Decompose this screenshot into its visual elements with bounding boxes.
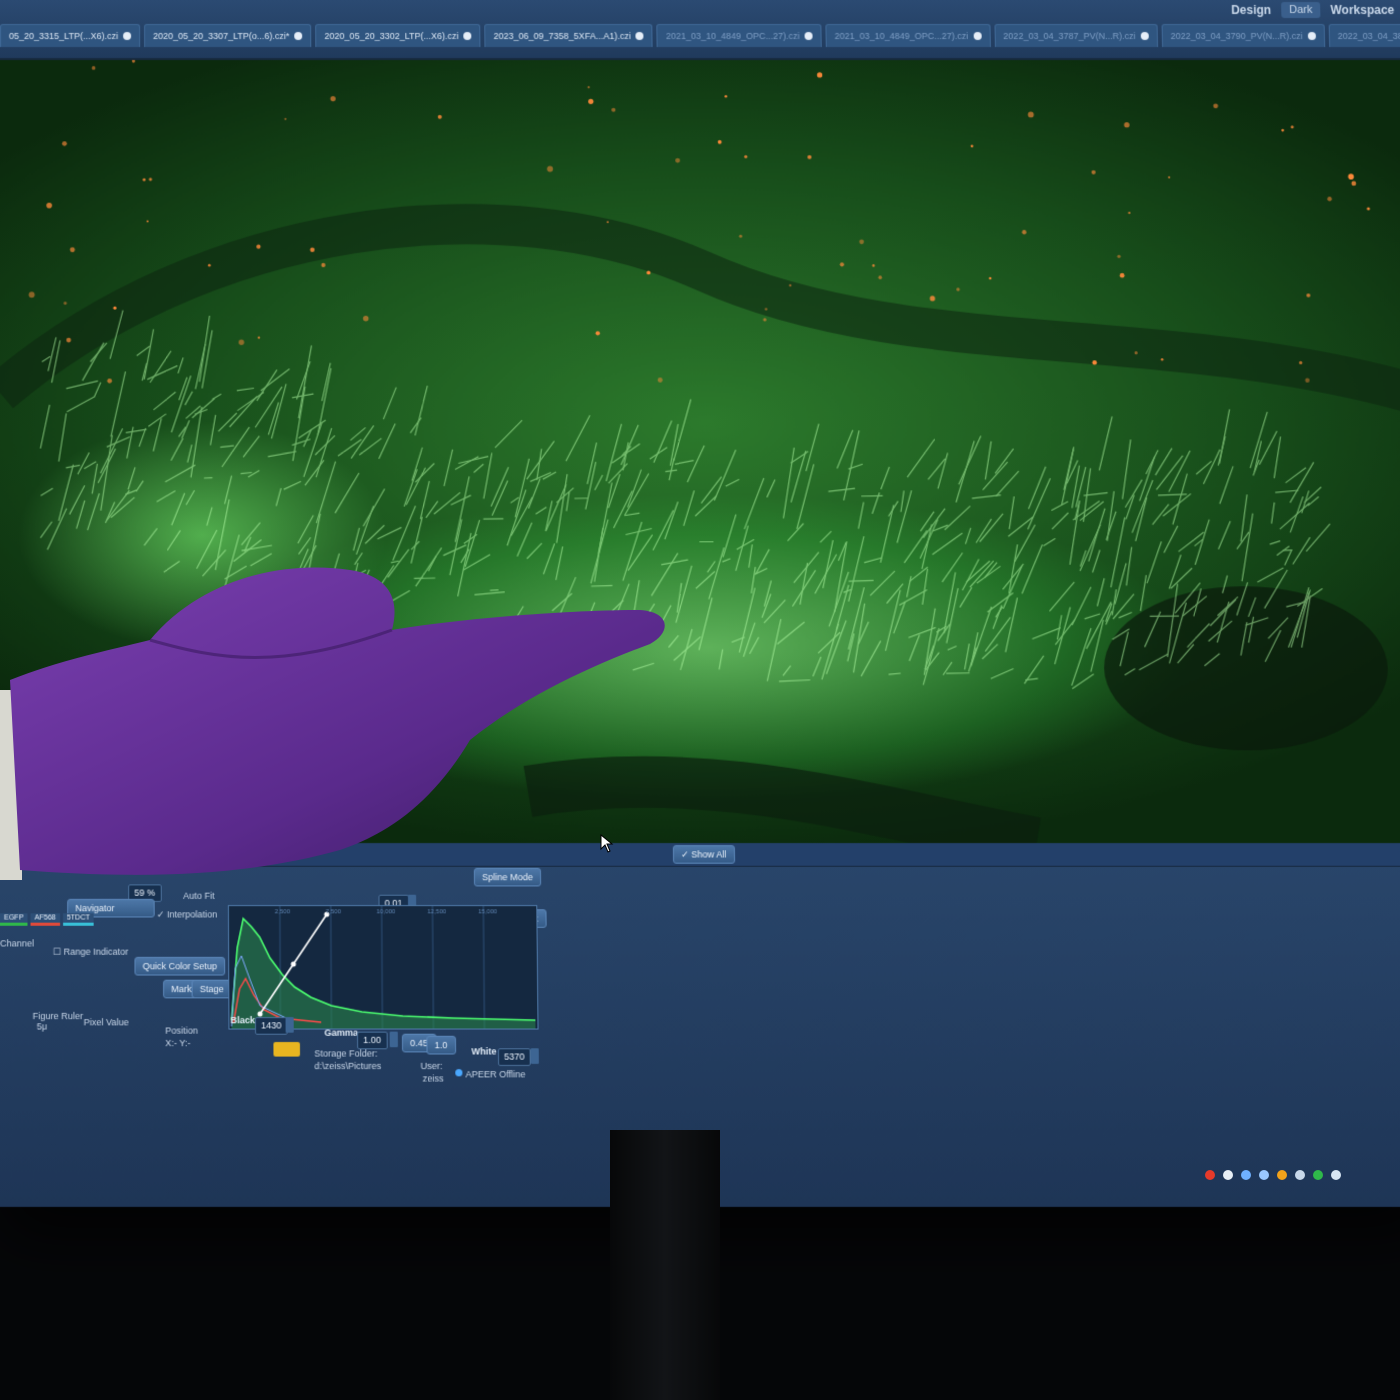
- black-spinner[interactable]: [285, 1017, 294, 1033]
- tray-white-icon[interactable]: [1223, 1170, 1233, 1180]
- close-icon[interactable]: [973, 32, 982, 41]
- histogram-tick: 7,500: [325, 909, 341, 916]
- interpolation-label: Interpolation: [166, 909, 218, 920]
- tab-label: 2022_03_04_3787_PV(N...R).czi: [1003, 30, 1136, 42]
- user-label: User:: [420, 1060, 443, 1072]
- histogram-tick: 2,500: [274, 909, 291, 916]
- tab-document[interactable]: 05_20_3315_LTP(...X6).czi: [0, 23, 141, 48]
- figure-ruler-label: Figure Ruler: [32, 1010, 84, 1022]
- white-spinner[interactable]: [530, 1048, 539, 1064]
- position-label: Position: [165, 1025, 198, 1036]
- quick-color-setup-button[interactable]: Quick Color Setup: [134, 956, 226, 976]
- tab-label: 2023_06_09_7358_5XFA...A1).czi: [493, 30, 631, 42]
- tray-monitor-icon[interactable]: [1331, 1170, 1341, 1180]
- figure-ruler-value: 5μ: [36, 1021, 48, 1032]
- apeer-status-icon: [455, 1069, 463, 1077]
- tab-label: 2021_03_10_4849_OPC...27).czi: [665, 30, 800, 42]
- close-icon[interactable]: [804, 32, 813, 41]
- histogram-tick: 12,500: [427, 909, 447, 916]
- tray-cloud-icon[interactable]: [1295, 1170, 1305, 1180]
- document-tab-bar: Design Dark Workspace 05_20_3315_LTP(...…: [0, 0, 1400, 61]
- close-icon[interactable]: [1307, 32, 1316, 41]
- user-value: zeiss: [422, 1073, 444, 1084]
- white-value-field[interactable]: 5370: [497, 1048, 531, 1066]
- apeer-status-text: APEER Offline: [465, 1069, 526, 1080]
- close-icon[interactable]: [122, 32, 132, 41]
- range-indicator-checkbox[interactable]: ☐ Range Indicator: [53, 947, 129, 958]
- design-label: Design: [1231, 2, 1272, 17]
- channel-chip[interactable]: AF568: [30, 913, 60, 926]
- gamma-preset-10-button[interactable]: 1.0: [426, 1035, 456, 1055]
- tab-document[interactable]: 2021_03_10_4849_OPC...27).czi: [825, 23, 991, 48]
- histogram-plot: [229, 906, 538, 1028]
- channel-chip[interactable]: EGFP: [0, 913, 28, 926]
- histogram-tick: 10,000: [376, 909, 396, 916]
- tab-label: 2020_05_20_3302_LTP(...X6).czi: [324, 30, 459, 42]
- histogram-tick: 15,000: [478, 909, 498, 916]
- close-icon[interactable]: [294, 32, 303, 41]
- gamma-value-field[interactable]: 1.00: [357, 1031, 388, 1050]
- tab-label: 05_20_3315_LTP(...X6).czi: [9, 30, 119, 42]
- gamma-label: Gamma: [324, 1027, 359, 1038]
- histogram[interactable]: 2,500 7,500 10,000 12,500 15,000: [228, 905, 539, 1029]
- tab-document[interactable]: 2021_03_10_4849_OPC...27).czi: [656, 23, 822, 48]
- tab-label: 2020_05_20_3307_LTP(o...6).czi*: [152, 30, 290, 42]
- header-right-controls: Design Dark Workspace: [1231, 1, 1395, 18]
- monitor-stand: [610, 1130, 720, 1400]
- position-readout: X:- Y:-: [165, 1037, 191, 1049]
- tray-network-icon[interactable]: [1259, 1170, 1269, 1180]
- pixel-value-label: Pixel Value: [83, 1017, 129, 1028]
- close-icon[interactable]: [463, 32, 472, 41]
- black-label: Black: [230, 1014, 256, 1026]
- tab-document[interactable]: 2023_06_09_7358_5XFA...A1).czi: [484, 23, 653, 48]
- black-value-field[interactable]: 1430: [254, 1017, 288, 1035]
- storage-folder-value[interactable]: d:\zeiss\Pictures: [314, 1061, 381, 1071]
- tray-green-icon[interactable]: [1313, 1170, 1323, 1180]
- stage-button[interactable]: Stage: [191, 979, 232, 999]
- tab-document[interactable]: 2022_03_04_3787_PV(N...R).czi: [994, 23, 1158, 48]
- gamma-spinner[interactable]: [389, 1031, 398, 1048]
- interpolation-checkbox[interactable]: ✓ Interpolation: [157, 909, 218, 920]
- workspace-label[interactable]: Workspace: [1330, 3, 1394, 17]
- gloved-hand-pointing: [0, 567, 665, 880]
- channel-label: Channel: [0, 938, 35, 949]
- channel-chip-list: EGFP AF568 5TDCT: [0, 913, 94, 926]
- tab-list: 05_20_3315_LTP(...X6).czi 2020_05_20_3307…: [0, 23, 1400, 48]
- tab-document[interactable]: 2020_05_20_3302_LTP(...X6).czi: [315, 23, 481, 48]
- close-icon[interactable]: [635, 32, 644, 41]
- storage-folder-label: Storage Folder:: [314, 1048, 378, 1059]
- tab-label: 2022_03_04_3790_PV(N...R).czi: [1170, 30, 1303, 42]
- close-icon[interactable]: [1140, 32, 1149, 41]
- tab-label: 2021_03_10_4849_OPC...27).czi: [834, 30, 969, 42]
- status-indicator-icon: [273, 1042, 301, 1057]
- tab-document[interactable]: 2022_03_04_3801_TH(T...M).czi: [1328, 23, 1400, 48]
- tray-blue-icon[interactable]: [1241, 1170, 1251, 1180]
- system-tray: [1205, 1170, 1341, 1180]
- white-label: White: [471, 1046, 497, 1057]
- range-indicator-label: Range Indicator: [63, 946, 129, 957]
- tray-orange-icon[interactable]: [1277, 1170, 1287, 1180]
- tab-document[interactable]: 2022_03_04_3790_PV(N...R).czi: [1161, 23, 1326, 48]
- tab-document[interactable]: 2020_05_20_3307_LTP(o...6).czi*: [143, 23, 312, 48]
- channel-chip[interactable]: 5TDCT: [62, 913, 94, 926]
- tray-red-icon[interactable]: [1205, 1170, 1215, 1180]
- tab-label: 2022_03_04_3801_TH(T...M).czi: [1337, 30, 1400, 42]
- design-select[interactable]: Dark: [1281, 1, 1321, 18]
